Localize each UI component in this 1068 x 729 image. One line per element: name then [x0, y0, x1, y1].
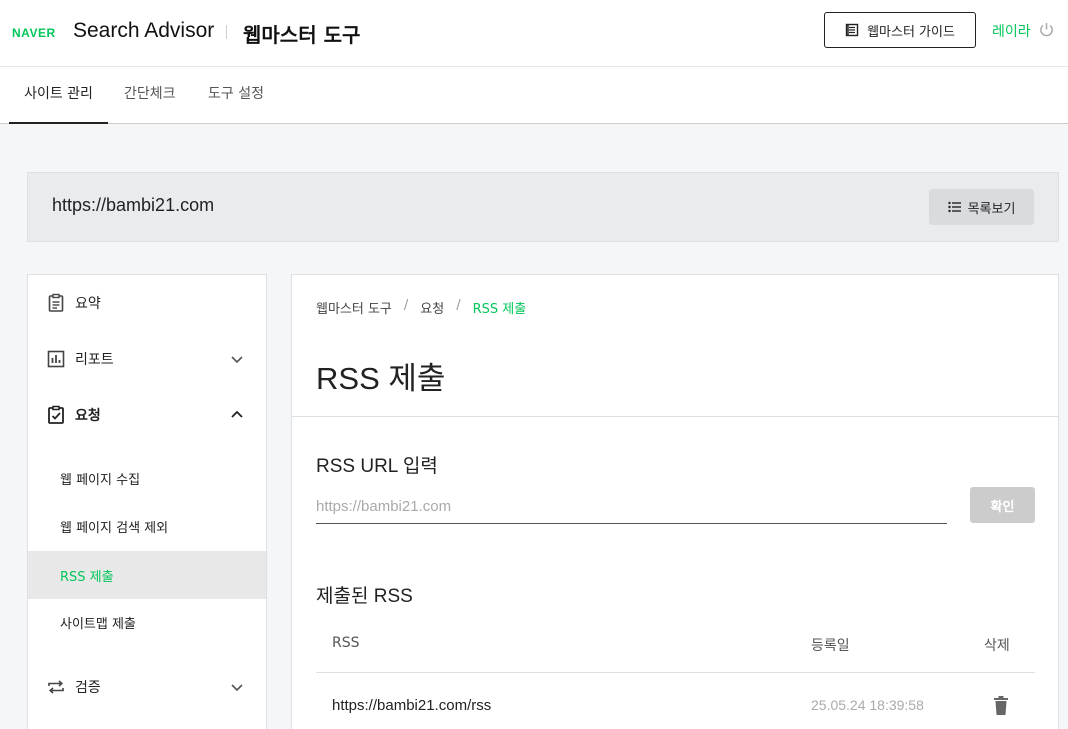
list-view-button[interactable]: 목록보기: [929, 189, 1034, 225]
chevron-down-icon: [231, 356, 243, 364]
registered-date-cell: 25.05.24 18:39:58: [811, 697, 924, 713]
sidebar-subitem-rss-submit[interactable]: RSS 제출: [28, 551, 266, 599]
sidebar-item-request[interactable]: 요청: [28, 387, 266, 443]
list-icon: [947, 201, 961, 213]
sidebar-subitem-sitemap-submit[interactable]: 사이트맵 제출: [28, 598, 266, 646]
breadcrumb-item[interactable]: 웹마스터 도구: [316, 298, 392, 317]
site-url: https://bambi21.com: [52, 195, 215, 215]
book-icon: [845, 23, 859, 37]
breadcrumb: 웹마스터 도구 / 요청 / RSS 제출: [316, 298, 526, 317]
rss-table-header: RSS 등록일 삭제: [316, 625, 1035, 673]
tool-title[interactable]: 웹마스터 도구: [243, 19, 360, 48]
power-icon[interactable]: [1038, 21, 1055, 38]
chevron-down-icon: [231, 684, 243, 692]
column-header-rss: RSS: [332, 635, 360, 651]
list-button-label: 목록보기: [967, 201, 1016, 217]
top-header: NAVER Search Advisor 웹마스터 도구 웹마스터 가이드 레이…: [0, 0, 1068, 67]
main-tabs: 사이트 관리 간단체크 도구 설정: [0, 67, 1068, 124]
guide-button-label: 웹마스터 가이드: [867, 24, 955, 40]
tab-quick-check[interactable]: 간단체크: [124, 67, 176, 124]
main-content: 웹마스터 도구 / 요청 / RSS 제출 RSS 제출 RSS URL 입력 …: [291, 274, 1059, 729]
rss-input-section-title: RSS URL 입력: [316, 456, 438, 477]
column-header-delete: 삭제: [984, 638, 1010, 654]
webmaster-guide-button[interactable]: 웹마스터 가이드: [824, 12, 976, 48]
sidebar-item-label: 리포트: [75, 352, 114, 368]
header-divider: [226, 25, 227, 39]
sidebar: 요약 리포트 요청 웹 페이지 수집 웹 페이지 검색 제외 RSS 제출 사이…: [27, 274, 267, 729]
table-row: https://bambi21.com/rss 25.05.24 18:39:5…: [316, 673, 1035, 729]
clipboard-check-icon: [48, 405, 64, 424]
confirm-button[interactable]: 확인: [970, 487, 1035, 523]
subitem-label: 사이트맵 제출: [60, 616, 136, 632]
sidebar-item-verify[interactable]: 검증: [28, 659, 266, 715]
sidebar-item-summary[interactable]: 요약: [28, 275, 266, 331]
sidebar-item-label: 검증: [75, 680, 101, 696]
sidebar-subitem-web-page-collect[interactable]: 웹 페이지 수집: [28, 454, 266, 502]
title-divider: [292, 416, 1058, 417]
sidebar-subitem-web-page-exclude[interactable]: 웹 페이지 검색 제외: [28, 502, 266, 550]
rss-url-cell: https://bambi21.com/rss: [332, 697, 492, 714]
breadcrumb-item[interactable]: 요청: [420, 298, 444, 317]
user-name[interactable]: 레이라: [992, 21, 1031, 41]
tab-site-management[interactable]: 사이트 관리: [9, 67, 108, 124]
trash-icon[interactable]: [991, 695, 1011, 717]
rss-url-input[interactable]: [316, 489, 947, 524]
breadcrumb-current: RSS 제출: [472, 302, 527, 317]
subitem-label: RSS 제출: [60, 569, 114, 585]
brand-title[interactable]: Search Advisor: [73, 19, 214, 43]
page-title: RSS 제출: [316, 361, 446, 396]
subitem-label: 웹 페이지 수집: [60, 472, 141, 488]
site-bar: https://bambi21.com 목록보기: [27, 172, 1059, 242]
column-header-date: 등록일: [811, 638, 850, 654]
clipboard-icon: [48, 293, 64, 312]
bar-chart-icon: [47, 350, 65, 368]
sidebar-item-label: 요청: [75, 408, 101, 424]
breadcrumb-separator: /: [403, 298, 409, 313]
subitem-label: 웹 페이지 검색 제외: [60, 520, 169, 536]
breadcrumb-separator: /: [456, 298, 461, 313]
submitted-rss-section-title: 제출된 RSS: [316, 586, 413, 607]
sidebar-item-report[interactable]: 리포트: [28, 331, 266, 387]
sidebar-item-label: 요약: [75, 296, 101, 312]
naver-logo[interactable]: NAVER: [12, 26, 56, 40]
chevron-up-icon: [231, 410, 243, 418]
repeat-icon: [48, 680, 64, 694]
tab-tool-settings[interactable]: 도구 설정: [208, 67, 264, 124]
